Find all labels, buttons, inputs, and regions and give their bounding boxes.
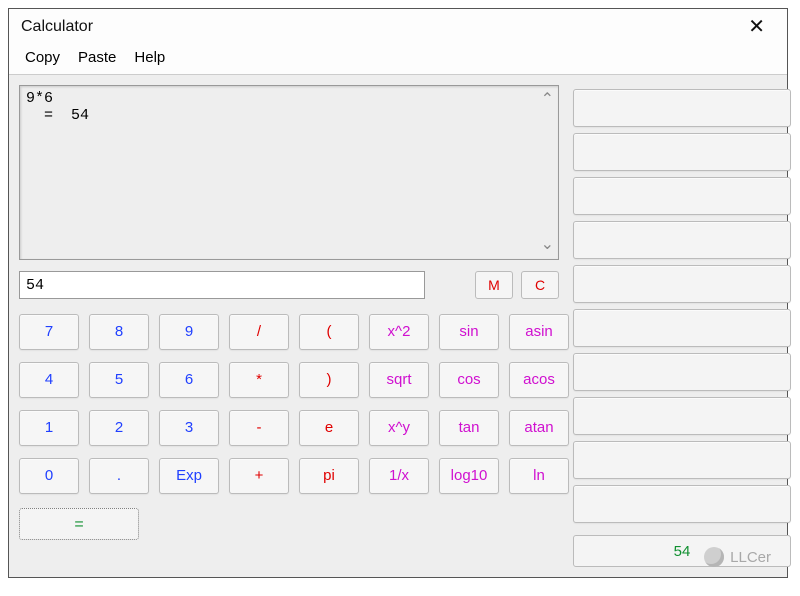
key-exp[interactable]: Exp — [159, 458, 219, 494]
client-area: 9*6 = 54⌃⌄ M C 7 8 9 / ( x^2 sin asin 4 … — [9, 74, 787, 577]
key-atan[interactable]: atan — [509, 410, 569, 446]
key-multiply[interactable]: * — [229, 362, 289, 398]
key-8[interactable]: 8 — [89, 314, 149, 350]
window-title: Calculator — [21, 18, 93, 36]
key-pi[interactable]: pi — [299, 458, 359, 494]
memory-store-button[interactable]: M — [475, 271, 513, 299]
keypad: 7 8 9 / ( x^2 sin asin 4 5 6 * ) sqrt co… — [19, 314, 559, 494]
key-6[interactable]: 6 — [159, 362, 219, 398]
side-slot-0[interactable] — [573, 89, 791, 127]
key-5[interactable]: 5 — [89, 362, 149, 398]
key-4[interactable]: 4 — [19, 362, 79, 398]
clear-button[interactable]: C — [521, 271, 559, 299]
side-slot-8[interactable] — [573, 441, 791, 479]
menu-paste[interactable]: Paste — [72, 47, 122, 68]
key-ln[interactable]: ln — [509, 458, 569, 494]
key-7[interactable]: 7 — [19, 314, 79, 350]
scroll-down-icon[interactable]: ⌄ — [541, 237, 554, 253]
side-slot-3[interactable] — [573, 221, 791, 259]
calculator-window: Calculator ✕ Copy Paste Help 9*6 = 54⌃⌄ … — [8, 8, 788, 578]
key-log10[interactable]: log10 — [439, 458, 499, 494]
key-minus[interactable]: - — [229, 410, 289, 446]
key-acos[interactable]: acos — [509, 362, 569, 398]
key-divide[interactable]: / — [229, 314, 289, 350]
side-slot-9[interactable] — [573, 485, 791, 523]
key-0[interactable]: 0 — [19, 458, 79, 494]
key-tan[interactable]: tan — [439, 410, 499, 446]
main-panel: 9*6 = 54⌃⌄ M C 7 8 9 / ( x^2 sin asin 4 … — [19, 85, 559, 567]
key-recip[interactable]: 1/x — [369, 458, 429, 494]
side-slot-4[interactable] — [573, 265, 791, 303]
key-1[interactable]: 1 — [19, 410, 79, 446]
menu-copy[interactable]: Copy — [19, 47, 66, 68]
key-rparen[interactable]: ) — [299, 362, 359, 398]
history-display[interactable]: 9*6 = 54 ⌃ ⌄ — [19, 85, 559, 260]
key-plus[interactable]: + — [229, 458, 289, 494]
side-slot-1[interactable] — [573, 133, 791, 171]
side-slot-6[interactable] — [573, 353, 791, 391]
key-sin[interactable]: sin — [439, 314, 499, 350]
key-e[interactable]: e — [299, 410, 359, 446]
side-slot-5[interactable] — [573, 309, 791, 347]
entry-row: M C — [19, 270, 559, 300]
scroll-up-icon[interactable]: ⌃ — [541, 92, 554, 108]
history-text: 9*6 = 54 — [26, 90, 89, 124]
key-3[interactable]: 3 — [159, 410, 219, 446]
result-display: 54 — [573, 535, 791, 567]
menu-help[interactable]: Help — [128, 47, 171, 68]
key-dot[interactable]: . — [89, 458, 149, 494]
menu-bar: Copy Paste Help — [9, 45, 787, 74]
key-square[interactable]: x^2 — [369, 314, 429, 350]
key-lparen[interactable]: ( — [299, 314, 359, 350]
side-slot-2[interactable] — [573, 177, 791, 215]
equals-button[interactable]: = — [19, 508, 139, 540]
bottom-row: = — [19, 508, 559, 540]
side-slot-7[interactable] — [573, 397, 791, 435]
key-sqrt[interactable]: sqrt — [369, 362, 429, 398]
close-icon[interactable]: ✕ — [738, 13, 775, 41]
key-asin[interactable]: asin — [509, 314, 569, 350]
key-2[interactable]: 2 — [89, 410, 149, 446]
key-pow[interactable]: x^y — [369, 410, 429, 446]
key-9[interactable]: 9 — [159, 314, 219, 350]
memory-controls: M C — [475, 271, 559, 299]
expression-input[interactable] — [19, 271, 425, 299]
key-cos[interactable]: cos — [439, 362, 499, 398]
side-panel: 54 — [573, 85, 791, 567]
titlebar: Calculator ✕ — [9, 9, 787, 45]
